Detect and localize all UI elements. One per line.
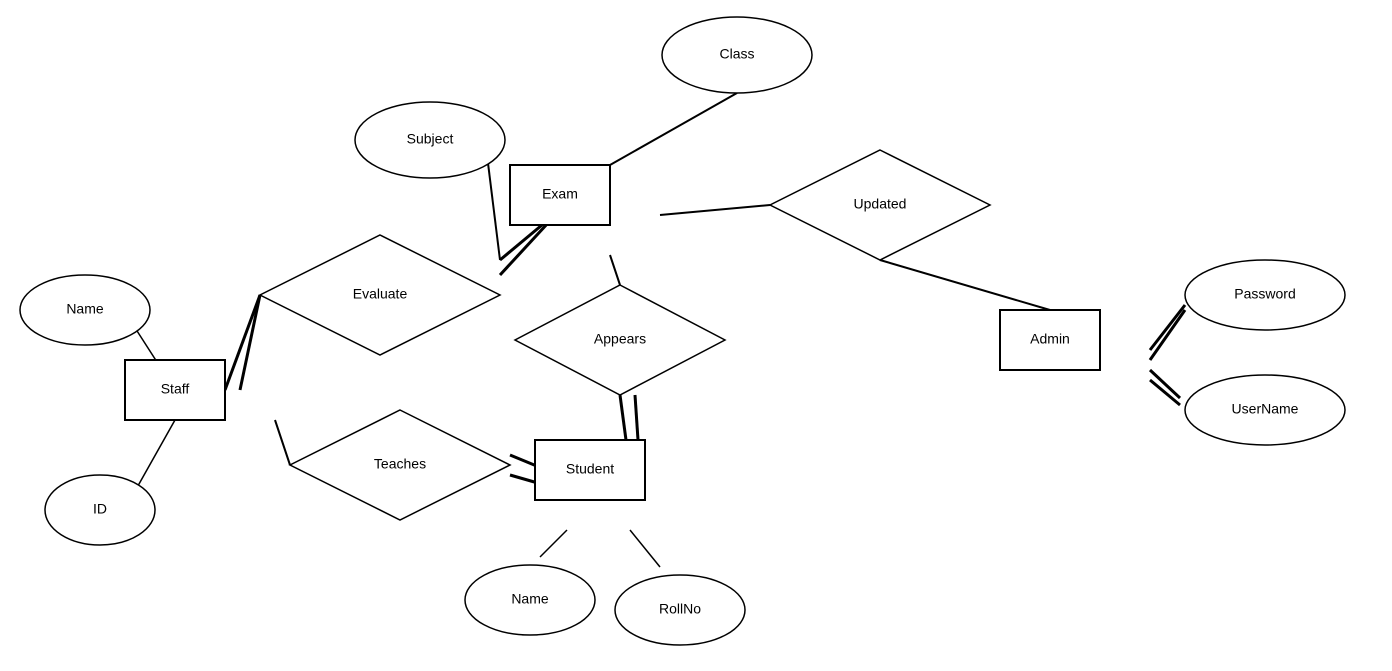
conn-admin-password1 bbox=[1150, 305, 1185, 350]
conn-exam-appears bbox=[610, 255, 620, 285]
conn-admin-password2 bbox=[1150, 310, 1185, 360]
er-diagram: Evaluate Appears Updated Teaches Exam St… bbox=[0, 0, 1392, 668]
username-label: UserName bbox=[1232, 401, 1299, 417]
password-label: Password bbox=[1234, 286, 1295, 302]
student-label: Student bbox=[566, 461, 614, 477]
evaluate-label: Evaluate bbox=[353, 286, 408, 302]
conn-class-exam bbox=[610, 93, 737, 165]
teaches-label: Teaches bbox=[374, 456, 426, 472]
rollno-student-label: RollNo bbox=[659, 601, 701, 617]
name-staff-label: Name bbox=[66, 301, 104, 317]
id-staff-label: ID bbox=[93, 501, 107, 517]
conn-subject-evaluate bbox=[487, 155, 500, 260]
conn-exam-updated bbox=[660, 205, 770, 215]
conn-student-rollno bbox=[630, 530, 660, 567]
conn-student-name bbox=[540, 530, 567, 557]
staff-label: Staff bbox=[161, 381, 190, 397]
conn-staff-teaches bbox=[275, 420, 290, 465]
admin-label: Admin bbox=[1030, 331, 1070, 347]
name-student-label: Name bbox=[511, 591, 549, 607]
exam-label: Exam bbox=[542, 186, 578, 202]
subject-label: Subject bbox=[407, 131, 454, 147]
conn-updated-admin bbox=[880, 260, 1050, 310]
updated-label: Updated bbox=[854, 196, 907, 212]
class-label: Class bbox=[719, 46, 754, 62]
appears-label: Appears bbox=[594, 331, 646, 347]
